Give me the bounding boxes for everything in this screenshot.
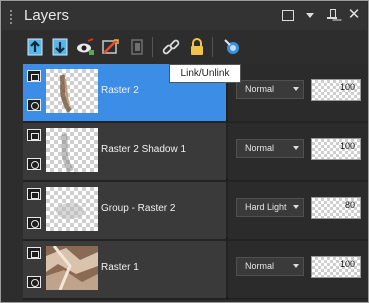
layer-name: Raster 2 [101, 85, 139, 96]
layer-controls: Hard Light 80 [228, 182, 368, 239]
toolbar-divider [212, 37, 213, 57]
chevron-down-icon [293, 146, 299, 150]
chevron-down-icon [293, 205, 299, 209]
layer-controls: Normal 100 [228, 241, 368, 298]
restore-icon[interactable] [281, 8, 295, 22]
opacity-field[interactable]: 100 [311, 256, 361, 278]
title-bar[interactable]: Layers [2, 2, 367, 30]
grip-handle[interactable] [10, 10, 15, 24]
chevron-down-icon[interactable] [303, 8, 317, 22]
opacity-field[interactable]: 100 [311, 79, 361, 101]
toolbar-divider [152, 37, 153, 57]
new-raster-layer-icon[interactable] [24, 36, 46, 58]
layer-controls: Normal 100 [228, 123, 368, 180]
layer-list: Raster 2 Normal 100 Raster 2 Shadow 1 No… [23, 64, 368, 300]
layer-row[interactable]: Group - Raster 2 Hard Light 80 [23, 182, 368, 239]
chevron-down-icon [293, 264, 299, 268]
layer-row[interactable]: Raster 2 Shadow 1 Normal 100 [23, 123, 368, 180]
layer-thumbnail [46, 246, 98, 290]
layer-type-icon[interactable] [27, 247, 41, 259]
layer-thumbnail [46, 69, 98, 113]
layer-thumbnail [46, 128, 98, 172]
blend-mode-dropdown[interactable]: Hard Light [236, 198, 304, 217]
chevron-down-icon [293, 87, 299, 91]
layer-row[interactable]: Raster 1 Normal 100 [23, 241, 368, 298]
panel-title: Layers [24, 7, 70, 24]
opacity-field[interactable]: 80 [311, 197, 361, 219]
visibility-toggle-icon[interactable] [74, 36, 96, 58]
new-vector-layer-icon[interactable] [49, 36, 71, 58]
blend-mode-dropdown[interactable]: Normal [236, 257, 304, 276]
eye-icon[interactable] [27, 99, 41, 111]
eye-icon[interactable] [27, 217, 41, 229]
link-unlink-tooltip: Link/Unlink [169, 64, 241, 83]
layer-name: Raster 2 Shadow 1 [101, 144, 187, 155]
merge-layer-icon[interactable] [126, 36, 148, 58]
blend-mode-dropdown[interactable]: Normal [236, 139, 304, 158]
layer-type-icon[interactable] [27, 129, 41, 141]
layer-name-cell[interactable]: Raster 2 Shadow 1 [23, 123, 226, 180]
delete-layer-icon[interactable] [99, 36, 121, 58]
opacity-field[interactable]: 100 [311, 138, 361, 160]
layer-name: Group - Raster 2 [101, 203, 176, 214]
layers-panel: Layers ✕ Raster 2 Normal 100 Raster 2 Sh… [0, 0, 369, 303]
layer-name-cell[interactable]: Raster 1 [23, 241, 226, 298]
properties-icon[interactable] [221, 36, 243, 58]
eye-icon[interactable] [27, 276, 41, 288]
layer-type-icon[interactable] [27, 70, 41, 82]
link-icon[interactable] [160, 36, 182, 58]
pin-icon[interactable] [325, 8, 339, 22]
layer-thumbnail [46, 187, 98, 231]
eye-icon[interactable] [27, 158, 41, 170]
blend-mode-dropdown[interactable]: Normal [236, 80, 304, 99]
lock-icon[interactable] [186, 36, 208, 58]
layers-toolbar [2, 31, 367, 63]
layer-type-icon[interactable] [27, 188, 41, 200]
layer-name-cell[interactable]: Group - Raster 2 [23, 182, 226, 239]
close-icon[interactable] [347, 8, 361, 22]
layer-name: Raster 1 [101, 262, 139, 273]
layer-controls: Normal 100 [228, 64, 368, 121]
